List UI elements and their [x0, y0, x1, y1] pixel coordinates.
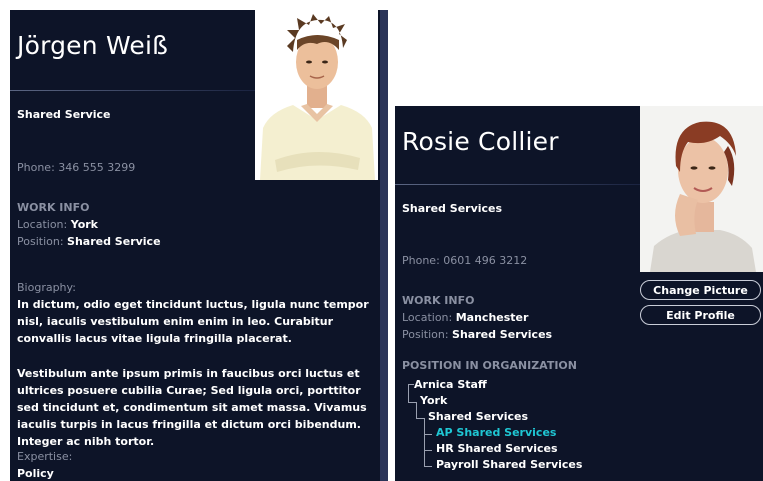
- tree-connector: [424, 418, 425, 467]
- expertise-label: Expertise:: [17, 450, 73, 463]
- phone-label: Phone:: [402, 254, 440, 267]
- department: Shared Service: [17, 108, 111, 121]
- divider: [10, 90, 255, 91]
- location-value: Manchester: [455, 311, 529, 324]
- location-row: Location: Manchester: [402, 311, 528, 324]
- profile-photo: [640, 106, 763, 272]
- location-value: York: [70, 218, 98, 231]
- profile-photo: [255, 10, 378, 180]
- scrollbar-edge[interactable]: [380, 10, 388, 481]
- tree-node-selected[interactable]: AP Shared Services: [436, 426, 556, 439]
- location-row: Location: York: [17, 218, 98, 231]
- tree-node[interactable]: Payroll Shared Services: [436, 458, 582, 471]
- tree-connector: [424, 450, 432, 451]
- tree-node[interactable]: HR Shared Services: [436, 442, 558, 455]
- tree-node[interactable]: Arnica Staff: [414, 378, 487, 391]
- position-label: Position:: [402, 328, 449, 341]
- position-row: Position: Shared Services: [402, 328, 552, 341]
- location-label: Location:: [17, 218, 68, 231]
- edit-profile-button[interactable]: Edit Profile: [640, 305, 761, 325]
- biography-paragraph-2: Vestibulum ante ipsum primis in faucibus…: [17, 367, 367, 448]
- biography-label: Biography:: [17, 281, 76, 294]
- work-info-heading: WORK INFO: [402, 294, 475, 307]
- position-value: Shared Service: [67, 235, 161, 248]
- tree-connector: [424, 466, 432, 467]
- tree-node[interactable]: Shared Services: [428, 410, 528, 423]
- phone-row: Phone: 346 555 3299: [17, 161, 135, 174]
- department: Shared Services: [402, 202, 503, 215]
- tree-connector: [416, 402, 417, 418]
- profile-card-jorgen: Jörgen Weiß Shared Service Phone: 346 55…: [10, 10, 388, 481]
- woman-portrait-icon: [640, 106, 763, 272]
- phone-row: Phone: 0601 496 3212: [402, 254, 527, 267]
- profile-name: Rosie Collier: [402, 127, 559, 156]
- tree-connector: [408, 402, 416, 403]
- tree-connector: [408, 384, 409, 402]
- phone-value: 0601 496 3212: [443, 254, 528, 267]
- change-picture-button[interactable]: Change Picture: [640, 280, 761, 300]
- tree-connector: [424, 434, 432, 435]
- man-portrait-icon: [255, 10, 378, 180]
- location-label: Location:: [402, 311, 453, 324]
- phone-label: Phone:: [17, 161, 55, 174]
- work-info-heading: WORK INFO: [17, 201, 90, 214]
- expertise-value: Policy: [17, 467, 54, 480]
- org-tree: Arnica Staff York Shared Services AP Sha…: [402, 376, 702, 481]
- phone-value: 346 555 3299: [58, 161, 136, 174]
- biography-paragraph-1: In dictum, odio eget tincidunt luctus, l…: [17, 298, 369, 345]
- position-row: Position: Shared Service: [17, 235, 161, 248]
- divider: [395, 184, 640, 185]
- org-heading: POSITION IN ORGANIZATION: [402, 359, 577, 372]
- tree-connector: [416, 418, 424, 419]
- profile-name: Jörgen Weiß: [17, 31, 169, 60]
- position-value: Shared Services: [452, 328, 553, 341]
- tree-node[interactable]: York: [420, 394, 447, 407]
- position-label: Position:: [17, 235, 64, 248]
